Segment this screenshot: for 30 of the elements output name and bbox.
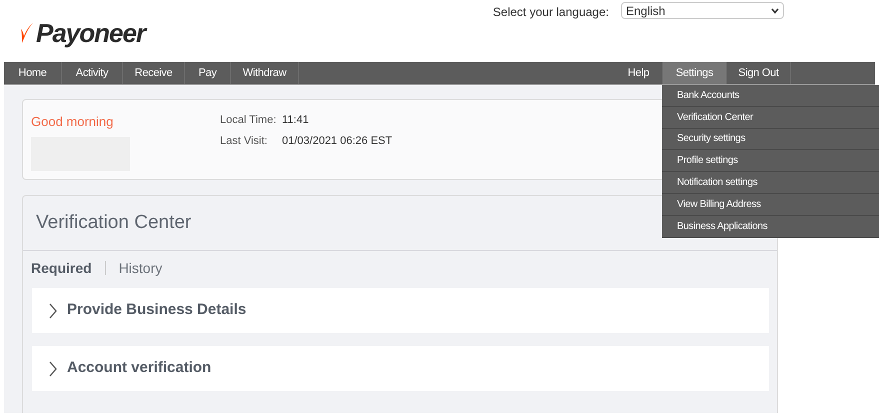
menu-item[interactable]: Notification settings bbox=[662, 172, 879, 194]
language-label: Select your language: bbox=[492, 4, 609, 21]
chevron-right-icon bbox=[48, 360, 58, 376]
logo[interactable]: Payoneer bbox=[36, 14, 146, 52]
accordion-section[interactable]: Provide Business Details bbox=[32, 288, 769, 333]
nav-tab[interactable]: Withdraw bbox=[231, 62, 299, 84]
nav-tab[interactable]: Sign Out bbox=[727, 62, 791, 84]
last-visit-value: 01/03/2021 06:26 EST bbox=[282, 134, 392, 148]
chevron-right-icon bbox=[48, 302, 58, 318]
menu-item[interactable]: Verification Center bbox=[662, 106, 879, 129]
nav-tab[interactable]: Activity bbox=[62, 62, 123, 84]
nav-tab[interactable]: Receive bbox=[123, 62, 185, 84]
tab[interactable]: History bbox=[118, 258, 162, 278]
tab[interactable]: Required bbox=[31, 258, 92, 278]
chevron-down-icon bbox=[771, 8, 779, 14]
accordion-section[interactable]: Account verification bbox=[32, 346, 769, 391]
greeting-text: Good morning bbox=[31, 113, 114, 131]
logo-swoosh-icon bbox=[20, 22, 34, 44]
menu-item[interactable]: View Billing Address bbox=[662, 194, 879, 216]
menu-item[interactable]: Bank Accounts bbox=[662, 85, 879, 107]
menu-item[interactable]: Security settings bbox=[662, 128, 879, 150]
local-time-label: Local Time: bbox=[220, 113, 278, 128]
local-time-value: 11:41 bbox=[282, 113, 310, 128]
nav-tab[interactable]: Settings bbox=[663, 62, 727, 84]
nav-tab[interactable]: Pay bbox=[185, 62, 231, 84]
nav-tab[interactable]: Home bbox=[4, 62, 62, 84]
menu-item[interactable]: Profile settings bbox=[662, 150, 879, 172]
last-visit-label: Last Visit: bbox=[220, 134, 268, 148]
card-title: Verification Center bbox=[36, 210, 192, 235]
language-select[interactable]: English bbox=[621, 2, 784, 19]
